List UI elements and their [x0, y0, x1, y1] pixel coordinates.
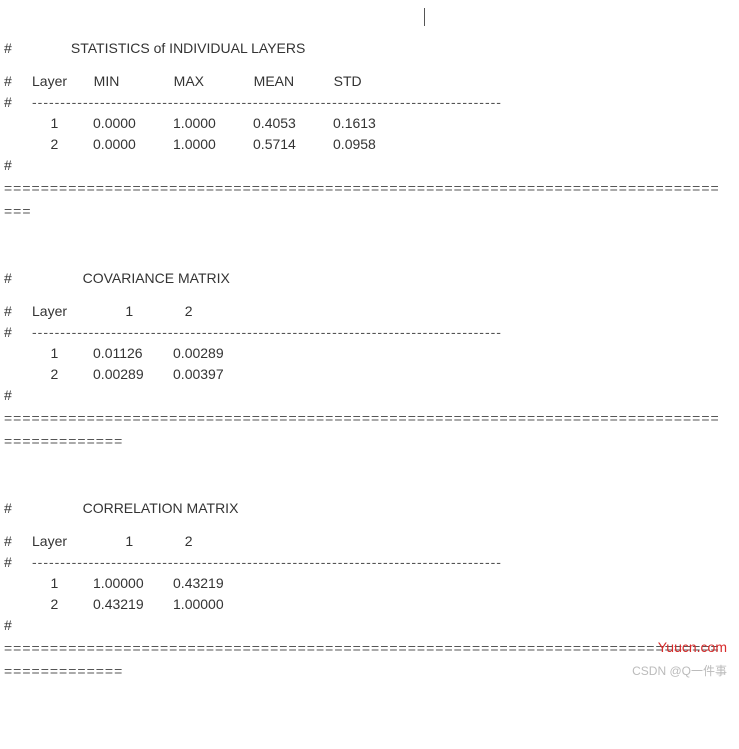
hash-mark: # [4, 155, 32, 176]
cell-std: 0.1613 [333, 113, 413, 134]
cov-header-row: #Layer 1 2 [4, 301, 735, 322]
corr-title-text: CORRELATION MATRIX [83, 500, 239, 516]
section-divider-cont: === [4, 201, 735, 222]
hash-mark: # [4, 92, 32, 113]
cov-title-text: COVARIANCE MATRIX [83, 270, 230, 286]
corr-row: 2 0.432191.00000 [4, 594, 735, 615]
section-divider-cont: ============= [4, 431, 735, 452]
cell-layer: 1 [27, 343, 81, 364]
stats-row: 1 0.00001.00000.40530.1613 [4, 113, 735, 134]
hash-mark: # [4, 615, 32, 636]
cell-min: 0.0000 [93, 113, 173, 134]
section-corr-title: # CORRELATION MATRIX [4, 498, 735, 519]
section-stats-title: # STATISTICS of INDIVIDUAL LAYERS [4, 38, 735, 59]
col-mean: MEAN [254, 71, 334, 92]
col-2: 2 [169, 301, 209, 322]
text-cursor [424, 8, 425, 26]
col-layer: Layer [32, 301, 82, 322]
dash-rule: ----------------------------------------… [32, 324, 502, 340]
cell-c2: 0.00289 [173, 343, 253, 364]
cell-c1: 0.00289 [93, 364, 173, 385]
cov-header-rule: #---------------------------------------… [4, 322, 735, 343]
cell-layer: 2 [27, 594, 81, 615]
hash-mark: # [4, 322, 32, 343]
cell-layer: 2 [27, 364, 81, 385]
hash-mark: # [4, 301, 32, 322]
section-divider: ========================================… [4, 178, 735, 199]
hash-mark: # [4, 38, 32, 59]
hash-line: # [4, 615, 735, 636]
hash-line: # [4, 385, 735, 406]
hash-line: # [4, 155, 735, 176]
col-std: STD [334, 71, 414, 92]
stats-header-row: #Layer MINMAXMEANSTD [4, 71, 735, 92]
cell-c1: 0.43219 [93, 594, 173, 615]
cov-row: 1 0.011260.00289 [4, 343, 735, 364]
col-1: 1 [109, 301, 149, 322]
cell-c1: 1.00000 [93, 573, 173, 594]
corr-header-row: #Layer 1 2 [4, 531, 735, 552]
cell-c2: 0.43219 [173, 573, 253, 594]
hash-mark: # [4, 71, 32, 92]
cov-row: 2 0.002890.00397 [4, 364, 735, 385]
stats-title-text: STATISTICS of INDIVIDUAL LAYERS [71, 40, 305, 56]
section-divider: ========================================… [4, 638, 735, 659]
dash-rule: ----------------------------------------… [32, 554, 502, 570]
cell-mean: 0.4053 [253, 113, 333, 134]
cell-std: 0.0958 [333, 134, 413, 155]
section-divider: ========================================… [4, 408, 735, 429]
col-max: MAX [174, 71, 254, 92]
watermark: Yuucn.com [658, 637, 727, 658]
hash-mark: # [4, 268, 32, 289]
dash-rule: ----------------------------------------… [32, 94, 502, 110]
cell-c1: 0.01126 [93, 343, 173, 364]
section-divider-cont: ============= [4, 661, 735, 682]
corr-row: 1 1.000000.43219 [4, 573, 735, 594]
cell-layer: 2 [27, 134, 81, 155]
stats-header-rule: #---------------------------------------… [4, 92, 735, 113]
cell-layer: 1 [27, 113, 81, 134]
col-min: MIN [94, 71, 174, 92]
cell-c2: 0.00397 [173, 364, 253, 385]
hash-mark: # [4, 498, 32, 519]
corr-header-rule: #---------------------------------------… [4, 552, 735, 573]
hash-mark: # [4, 531, 32, 552]
credit: CSDN @Q一件事 [632, 662, 727, 680]
cell-max: 1.0000 [173, 134, 253, 155]
col-layer: Layer [32, 71, 82, 92]
col-1: 1 [109, 531, 149, 552]
stats-row: 2 0.00001.00000.57140.0958 [4, 134, 735, 155]
cell-mean: 0.5714 [253, 134, 333, 155]
section-cov-title: # COVARIANCE MATRIX [4, 268, 735, 289]
col-2: 2 [169, 531, 209, 552]
cell-max: 1.0000 [173, 113, 253, 134]
col-layer: Layer [32, 531, 82, 552]
cell-c2: 1.00000 [173, 594, 253, 615]
cell-layer: 1 [27, 573, 81, 594]
cell-min: 0.0000 [93, 134, 173, 155]
hash-mark: # [4, 552, 32, 573]
hash-mark: # [4, 385, 32, 406]
